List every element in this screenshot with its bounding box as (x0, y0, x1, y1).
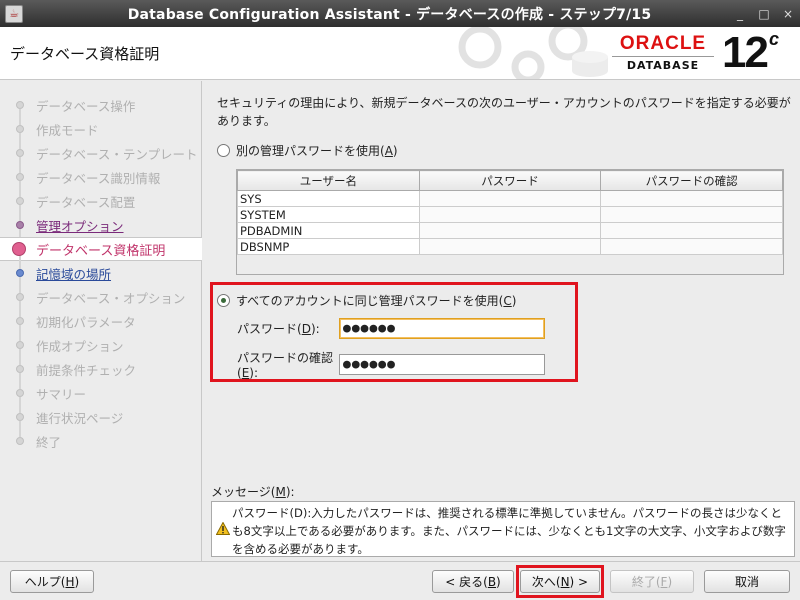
step-label: サマリー (36, 386, 87, 402)
step-label: データベース配置 (36, 194, 136, 210)
table-row: PDBADMIN (237, 222, 783, 239)
back-button[interactable]: < 戻る(B) (432, 570, 514, 593)
next-button[interactable]: 次へ(N) > (520, 570, 600, 593)
confirm-cell[interactable] (600, 222, 783, 239)
window-title: Database Configuration Assistant - データベー… (127, 6, 652, 23)
password-table: ユーザー名 パスワード パスワードの確認 SYS SYSTEM PDBADMIN… (236, 169, 784, 275)
maximize-button[interactable]: □ (752, 4, 776, 24)
java-app-icon: ☕ (5, 4, 23, 23)
step-indicator-icon (16, 101, 24, 109)
gears-decoration-icon (458, 27, 608, 79)
password-input[interactable]: ●●●●●● (339, 318, 545, 339)
step-label: データベース・テンプレート (36, 146, 198, 162)
step-label: 作成オプション (36, 338, 124, 354)
radio-separate-indicator[interactable] (217, 144, 230, 157)
step-indicator-icon (16, 341, 24, 349)
step-indicator-icon (16, 317, 24, 325)
close-button[interactable]: × (776, 4, 800, 24)
password-cell[interactable] (418, 190, 602, 207)
step-label: データベース資格証明 (36, 243, 166, 259)
step-list: データベース操作 作成モード データベース・テンプレート データベース識別情報 データベ… (0, 93, 202, 453)
confirm-row: パスワードの確認(E): ●●●●●● (215, 349, 545, 380)
page-title: データベース資格証明 (10, 45, 160, 63)
finish-button[interactable]: 終了(F) (610, 570, 694, 593)
page-header: データベース資格証明 ORACLE DATABASE 12 c (0, 27, 800, 80)
step-indicator-icon (16, 173, 24, 181)
main-panel: セキュリティの理由により、新規データベースの次のユーザー・アカウントのパスワード… (203, 81, 800, 561)
step-item: データベース操作 (0, 93, 202, 125)
radio-same-password[interactable]: すべてのアカウントに同じ管理パスワードを使用(C) (217, 292, 516, 309)
footer-bar: ヘルプ(H) < 戻る(B) 次へ(N) > 終了(F) 取消 (0, 561, 800, 600)
message-box: パスワード(D):入力したパスワードは、推奨される標準に準拠していません。パスワ… (211, 501, 795, 557)
step-label: 前提条件チェック (36, 362, 137, 378)
step-label: 終了 (36, 434, 62, 450)
step-label: 管理オプション (36, 218, 124, 234)
step-label: 記憶域の場所 (36, 266, 112, 282)
password-cell[interactable] (418, 206, 602, 223)
step-label: データベース・オプション (36, 290, 186, 306)
step-item: データベース識別情報 (0, 165, 202, 197)
step-indicator-icon (16, 125, 24, 133)
step-item: 作成オプション (0, 333, 202, 365)
password-label: パスワード(D): (237, 322, 320, 336)
cancel-button[interactable]: 取消 (704, 570, 790, 593)
help-button[interactable]: ヘルプ(H) (10, 570, 94, 593)
confirm-label: パスワードの確認(E): (237, 351, 334, 380)
message-label: メッセージ(M): (211, 485, 295, 499)
step-indicator-icon (16, 293, 24, 301)
step-item[interactable]: 管理オプション (0, 213, 202, 245)
minimize-button[interactable]: _ (728, 4, 752, 24)
version-badge: 12 c (722, 28, 779, 77)
step-indicator-icon (16, 389, 24, 397)
step-label: データベース識別情報 (36, 170, 161, 186)
step-item: データベース・オプション (0, 285, 202, 317)
step-indicator-icon (16, 269, 24, 277)
title-bar: ☕ Database Configuration Assistant - データ… (0, 0, 800, 27)
password-row: パスワード(D): ●●●●●● (215, 318, 545, 339)
table-row: SYS (237, 190, 783, 207)
step-item[interactable]: データベース資格証明 (0, 237, 202, 270)
step-indicator-icon (16, 221, 24, 229)
confirm-cell[interactable] (600, 190, 783, 207)
radio-same-indicator[interactable] (217, 294, 230, 307)
password-cell[interactable] (418, 222, 602, 239)
table-row: DBSNMP (237, 238, 783, 255)
radio-separate-password[interactable]: 別の管理パスワードを使用(A) (217, 142, 398, 159)
table-row: SYSTEM (237, 206, 783, 223)
column-header-password: パスワード (418, 170, 602, 191)
step-item: 作成モード (0, 117, 202, 149)
step-label: 進行状況ページ (36, 410, 124, 426)
confirm-password-input[interactable]: ●●●●●● (339, 354, 545, 375)
step-indicator-icon (16, 365, 24, 373)
step-item: 初期化パラメータ (0, 309, 202, 341)
step-indicator-icon (16, 197, 24, 205)
intro-text: セキュリティの理由により、新規データベースの次のユーザー・アカウントのパスワード… (217, 96, 791, 128)
step-item: データベース配置 (0, 189, 202, 221)
message-text: パスワード(D):入力したパスワードは、推奨される標準に準拠していません。パスワ… (232, 506, 786, 556)
oracle-logo: ORACLE DATABASE (608, 33, 718, 75)
step-item: データベース・テンプレート (0, 141, 202, 173)
step-indicator-icon (16, 437, 24, 445)
step-indicator-icon (16, 149, 24, 157)
step-item: 進行状況ページ (0, 405, 202, 437)
step-item: 終了 (0, 429, 202, 453)
step-indicator-icon (16, 413, 24, 421)
step-item[interactable]: 記憶域の場所 (0, 261, 202, 293)
column-header-username: ユーザー名 (237, 170, 420, 191)
confirm-cell[interactable] (600, 206, 783, 223)
column-header-confirm: パスワードの確認 (600, 170, 783, 191)
step-indicator-icon (12, 242, 26, 256)
step-label: 作成モード (36, 122, 99, 138)
password-cell[interactable] (418, 238, 602, 255)
step-label: 初期化パラメータ (36, 314, 136, 330)
step-item: 前提条件チェック (0, 357, 202, 389)
step-label: データベース操作 (36, 98, 136, 114)
warning-icon (216, 522, 230, 535)
step-item: サマリー (0, 381, 202, 413)
step-navigation: データベース操作 作成モード データベース・テンプレート データベース識別情報 データベ… (0, 81, 202, 561)
confirm-cell[interactable] (600, 238, 783, 255)
